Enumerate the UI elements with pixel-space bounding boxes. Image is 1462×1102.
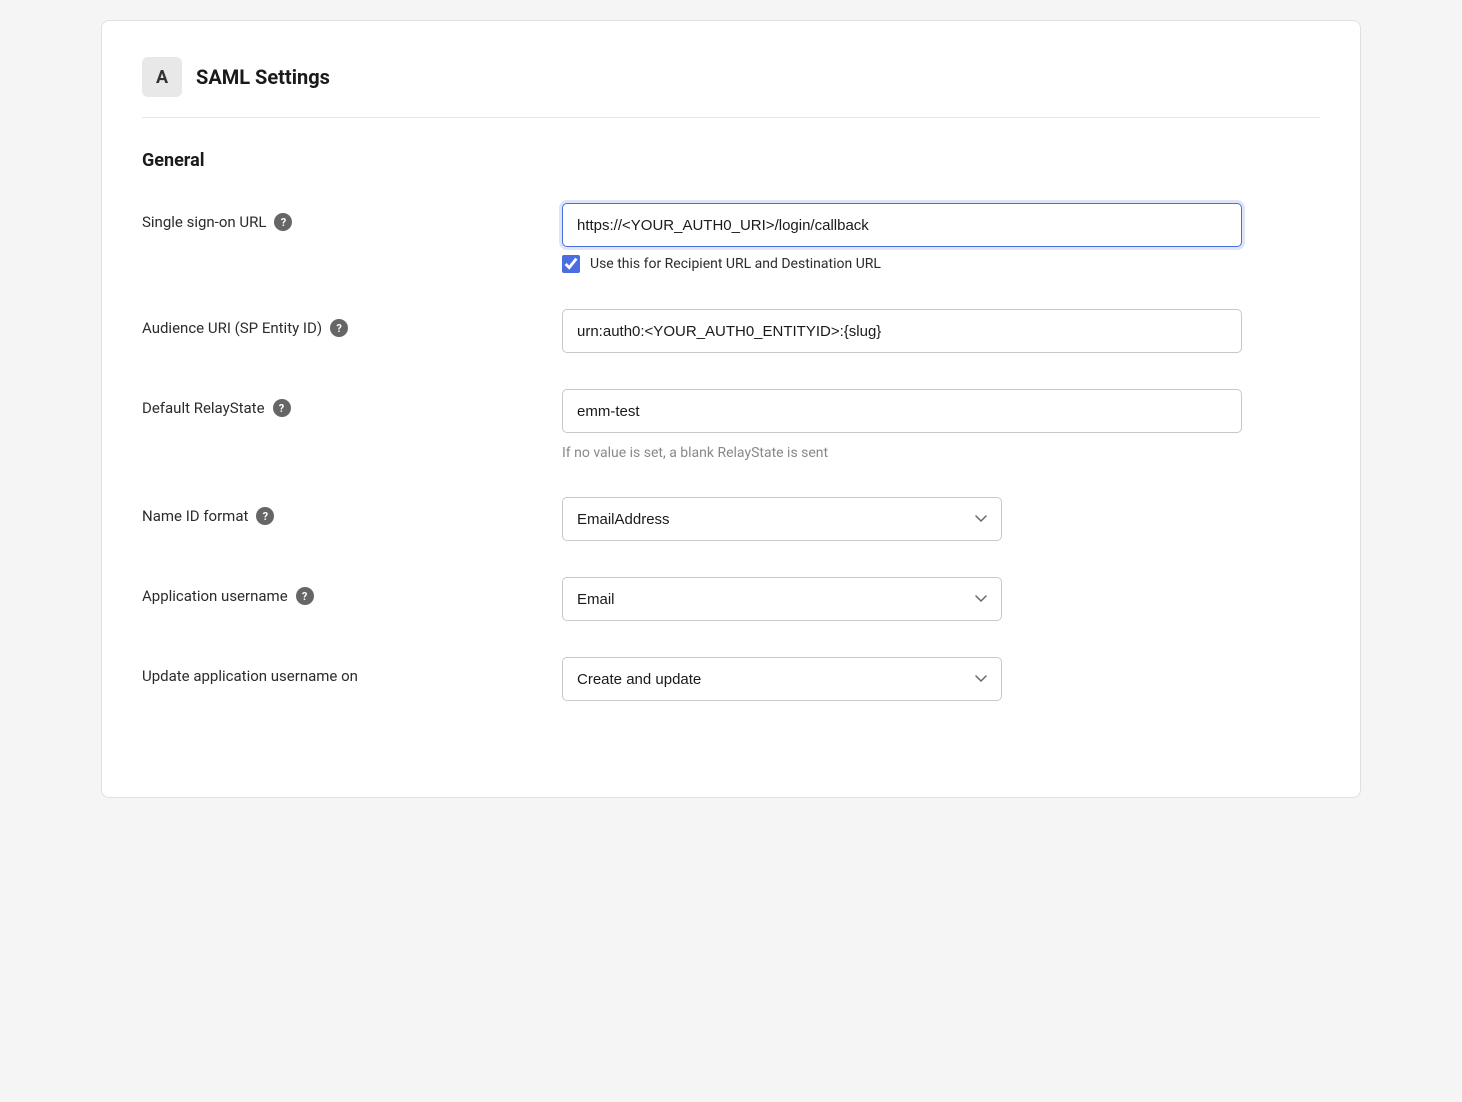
audience-uri-label-group: Audience URI (SP Entity ID) ? bbox=[142, 309, 562, 337]
audience-uri-input[interactable] bbox=[562, 309, 1242, 353]
section-title: General bbox=[142, 150, 1320, 171]
audience-uri-help-icon[interactable]: ? bbox=[330, 319, 348, 337]
avatar: A bbox=[142, 57, 182, 97]
saml-settings-card: A SAML Settings General Single sign-on U… bbox=[101, 20, 1361, 798]
audience-uri-controls bbox=[562, 309, 1320, 353]
app-username-label: Application username bbox=[142, 587, 288, 605]
sso-url-checkbox-row: Use this for Recipient URL and Destinati… bbox=[562, 255, 1320, 273]
app-username-help-icon[interactable]: ? bbox=[296, 587, 314, 605]
app-username-row: Application username ? Email Username Us… bbox=[142, 577, 1320, 621]
relay-state-input[interactable] bbox=[562, 389, 1242, 433]
audience-uri-row: Audience URI (SP Entity ID) ? bbox=[142, 309, 1320, 353]
sso-url-controls: Use this for Recipient URL and Destinati… bbox=[562, 203, 1320, 273]
audience-uri-label: Audience URI (SP Entity ID) bbox=[142, 319, 322, 337]
sso-url-row: Single sign-on URL ? Use this for Recipi… bbox=[142, 203, 1320, 273]
sso-url-input[interactable] bbox=[562, 203, 1242, 247]
update-username-select[interactable]: Create and update Create only bbox=[562, 657, 1002, 701]
relay-state-controls: If no value is set, a blank RelayState i… bbox=[562, 389, 1320, 461]
sso-url-help-icon[interactable]: ? bbox=[274, 213, 292, 231]
relay-state-hint: If no value is set, a blank RelayState i… bbox=[562, 445, 1320, 461]
update-username-controls: Create and update Create only bbox=[562, 657, 1320, 701]
name-id-format-label: Name ID format bbox=[142, 507, 248, 525]
app-username-select[interactable]: Email Username UserID CustomAttribute bbox=[562, 577, 1002, 621]
page-title: SAML Settings bbox=[196, 65, 330, 89]
update-username-label-group: Update application username on bbox=[142, 657, 562, 685]
relay-state-row: Default RelayState ? If no value is set,… bbox=[142, 389, 1320, 461]
app-username-controls: Email Username UserID CustomAttribute bbox=[562, 577, 1320, 621]
general-section: General Single sign-on URL ? Use this fo… bbox=[142, 150, 1320, 701]
recipient-url-checkbox-label: Use this for Recipient URL and Destinati… bbox=[590, 256, 881, 272]
name-id-format-select[interactable]: EmailAddress Persistent Transient Unspec… bbox=[562, 497, 1002, 541]
relay-state-label-group: Default RelayState ? bbox=[142, 389, 562, 417]
sso-url-label-group: Single sign-on URL ? bbox=[142, 203, 562, 231]
app-username-label-group: Application username ? bbox=[142, 577, 562, 605]
update-username-row: Update application username on Create an… bbox=[142, 657, 1320, 701]
name-id-format-row: Name ID format ? EmailAddress Persistent… bbox=[142, 497, 1320, 541]
name-id-format-controls: EmailAddress Persistent Transient Unspec… bbox=[562, 497, 1320, 541]
update-username-label: Update application username on bbox=[142, 667, 358, 685]
name-id-format-label-group: Name ID format ? bbox=[142, 497, 562, 525]
relay-state-label: Default RelayState bbox=[142, 399, 265, 417]
card-header: A SAML Settings bbox=[142, 57, 1320, 118]
relay-state-help-icon[interactable]: ? bbox=[273, 399, 291, 417]
sso-url-label: Single sign-on URL bbox=[142, 213, 266, 231]
name-id-format-help-icon[interactable]: ? bbox=[256, 507, 274, 525]
recipient-url-checkbox[interactable] bbox=[562, 255, 580, 273]
